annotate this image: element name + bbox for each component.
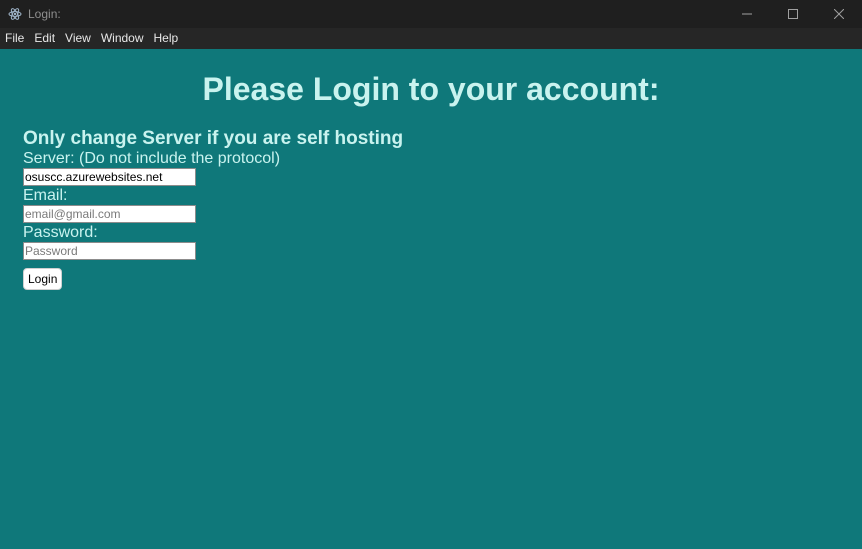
login-form: Only change Server if you are self hosti… xyxy=(23,128,403,290)
close-button[interactable] xyxy=(816,0,862,28)
menu-view[interactable]: View xyxy=(60,28,96,49)
server-input[interactable] xyxy=(23,168,196,186)
menu-window[interactable]: Window xyxy=(96,28,149,49)
self-hosting-note: Only change Server if you are self hosti… xyxy=(23,128,404,149)
login-button[interactable]: Login xyxy=(23,268,63,290)
main-content: Please Login to your account: Only chang… xyxy=(0,49,862,549)
menu-edit[interactable]: Edit xyxy=(29,28,60,49)
menu-file[interactable]: File xyxy=(0,28,29,49)
title-bar: Login: xyxy=(0,0,862,28)
close-icon xyxy=(834,9,844,19)
maximize-button[interactable] xyxy=(770,0,816,28)
email-label: Email: xyxy=(23,187,68,204)
minimize-button[interactable] xyxy=(724,0,770,28)
password-input[interactable] xyxy=(23,242,196,260)
maximize-icon xyxy=(788,9,798,19)
email-input[interactable] xyxy=(23,205,196,223)
server-label: Server: (Do not include the protocol) xyxy=(23,150,281,167)
menu-help[interactable]: Help xyxy=(149,28,184,49)
page-title: Please Login to your account: xyxy=(202,71,660,107)
window-title: Login: xyxy=(28,7,61,21)
menu-bar: File Edit View Window Help xyxy=(0,28,862,49)
minimize-icon xyxy=(742,13,752,15)
password-label: Password: xyxy=(23,224,98,241)
window-controls xyxy=(724,0,862,28)
electron-icon xyxy=(8,7,22,21)
